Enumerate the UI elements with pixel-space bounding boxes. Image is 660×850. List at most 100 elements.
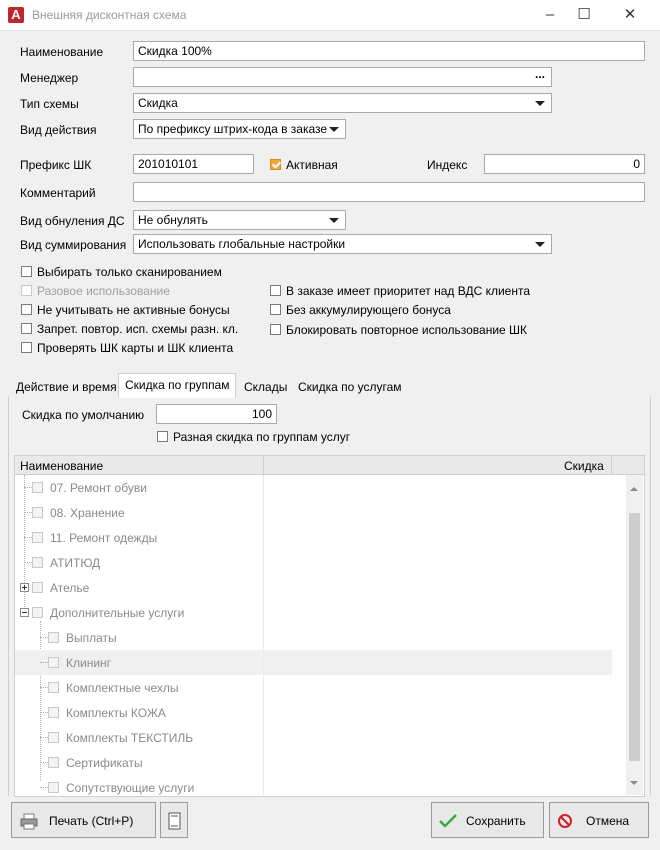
chevron-down-icon [535, 101, 545, 106]
tab-action-time[interactable]: Действие и время [10, 378, 123, 396]
tree-row[interactable]: 07. Ремонт обуви [15, 475, 612, 500]
collapse-icon[interactable] [20, 608, 29, 617]
no-accum-checkbox[interactable] [270, 304, 281, 315]
tab-warehouses[interactable]: Склады [238, 378, 293, 396]
cancel-button[interactable]: Отмена [549, 802, 649, 838]
scheme-type-label: Тип схемы [20, 97, 79, 111]
tree-row[interactable]: АТИТЮД [15, 550, 612, 575]
row-name: Ателье [50, 581, 90, 595]
col-name-header[interactable]: Наименование [20, 459, 103, 473]
tree-row[interactable]: Сертификаты [15, 750, 612, 775]
manager-label: Менеджер [20, 71, 79, 85]
forbid-repeat-label: Запрет. повтор. исп. схемы разн. кл. [37, 322, 239, 336]
tree-connector [40, 712, 48, 713]
scroll-thumb[interactable] [629, 513, 640, 761]
index-label: Индекс [427, 158, 468, 172]
preview-button[interactable] [160, 802, 188, 838]
block-repeat-label: Блокировать повторное использование ШК [286, 323, 528, 337]
name-input[interactable]: Скидка 100% [133, 41, 645, 61]
diff-discount-checkbox[interactable] [157, 431, 168, 442]
action-type-select[interactable]: По префиксу штрих-кода в заказе [133, 119, 346, 139]
tree-connector [24, 537, 32, 538]
ignore-inactive-checkbox[interactable] [21, 304, 32, 315]
tree-connector [40, 737, 48, 738]
default-discount-input[interactable]: 100 [156, 404, 277, 424]
tree-row[interactable]: 08. Хранение [15, 500, 612, 525]
row-name: Дополнительные услуги [50, 606, 185, 620]
tree-row[interactable]: Комплекты ТЕКСТИЛЬ [15, 725, 612, 750]
scroll-down-icon[interactable] [630, 781, 638, 785]
manager-browse-button[interactable]: ... [535, 68, 545, 81]
column-divider [611, 456, 612, 474]
ignore-inactive-label: Не учитывать не активные бонусы [37, 303, 230, 317]
cancel-button-label: Отмена [586, 814, 630, 828]
reset-type-value: Не обнулять [138, 213, 208, 227]
tree-row[interactable]: Дополнительные услуги [15, 600, 612, 625]
priority-label: В заказе имеет приоритет над ВДС клиента [286, 284, 530, 298]
close-button[interactable]: ✕ [608, 0, 652, 30]
row-checkbox[interactable] [32, 482, 43, 493]
row-checkbox[interactable] [48, 657, 59, 668]
row-name: 11. Ремонт одежды [50, 531, 158, 545]
reset-type-select[interactable]: Не обнулять [133, 210, 346, 230]
chevron-down-icon [329, 127, 339, 132]
col-discount-header[interactable]: Скидка [564, 459, 604, 473]
index-input[interactable]: 0 [484, 154, 645, 174]
forbid-repeat-checkbox[interactable] [21, 323, 32, 334]
row-checkbox[interactable] [32, 582, 43, 593]
tree-row[interactable]: Комплекты КОЖА [15, 700, 612, 725]
checkmark-icon [439, 814, 457, 828]
scheme-type-select[interactable]: Скидка [133, 93, 552, 113]
active-checkbox[interactable] [270, 159, 281, 170]
comment-input[interactable] [133, 182, 645, 202]
one-time-checkbox [21, 285, 32, 296]
printer-icon [20, 813, 38, 830]
save-button-label: Сохранить [466, 814, 526, 828]
tree-row[interactable]: Выплаты [15, 625, 612, 650]
row-checkbox[interactable] [48, 682, 59, 693]
row-checkbox[interactable] [48, 732, 59, 743]
tab-service-discount[interactable]: Скидка по услугам [292, 378, 408, 396]
tree-connector [40, 662, 48, 663]
name-label: Наименование [20, 45, 104, 59]
block-repeat-checkbox[interactable] [270, 324, 281, 335]
manager-input[interactable]: ... [133, 67, 552, 87]
scan-only-checkbox[interactable] [21, 266, 32, 277]
vertical-scrollbar[interactable] [626, 475, 643, 795]
row-checkbox[interactable] [32, 607, 43, 618]
tree-row[interactable]: 11. Ремонт одежды [15, 525, 612, 550]
tree-row[interactable]: Сопутствующие услуги [15, 775, 612, 796]
groups-grid[interactable]: Наименование Скидка 07. Ремонт обуви 08.… [14, 455, 645, 797]
row-name: Комплекты ТЕКСТИЛЬ [66, 731, 194, 745]
row-checkbox[interactable] [48, 632, 59, 643]
save-button[interactable]: Сохранить [431, 802, 544, 838]
prefix-input[interactable]: 201010101 [133, 154, 254, 174]
row-checkbox[interactable] [32, 532, 43, 543]
tree-row[interactable]: Комплектные чехлы [15, 675, 612, 700]
tree-row[interactable]: Ателье [15, 575, 612, 600]
expand-icon[interactable] [20, 583, 29, 592]
sum-type-select[interactable]: Использовать глобальные настройки [133, 234, 552, 254]
row-checkbox[interactable] [48, 782, 59, 793]
row-checkbox[interactable] [48, 757, 59, 768]
row-checkbox[interactable] [32, 507, 43, 518]
print-button[interactable]: Печать (Ctrl+P) [11, 802, 156, 838]
cancel-icon [558, 814, 572, 828]
check-barcodes-checkbox[interactable] [21, 342, 32, 353]
tab-group-discount[interactable]: Скидка по группам [118, 373, 237, 398]
column-divider [263, 475, 264, 795]
scheme-type-value: Скидка [138, 96, 178, 110]
maximize-button[interactable]: ☐ [562, 0, 606, 30]
scroll-up-icon[interactable] [630, 487, 638, 491]
row-name: Выплаты [66, 631, 117, 645]
row-checkbox[interactable] [48, 707, 59, 718]
tree-row-selected[interactable]: Клининг [15, 650, 612, 675]
row-name: Комплекты КОЖА [66, 706, 166, 720]
action-type-label: Вид действия [20, 123, 97, 137]
priority-checkbox[interactable] [270, 285, 281, 296]
app-logo-icon: A [8, 7, 24, 23]
tree-connector [24, 562, 32, 563]
default-discount-label: Скидка по умолчанию [22, 408, 145, 422]
row-checkbox[interactable] [32, 557, 43, 568]
check-barcodes-label: Проверять ШК карты и ШК клиента [37, 341, 234, 355]
